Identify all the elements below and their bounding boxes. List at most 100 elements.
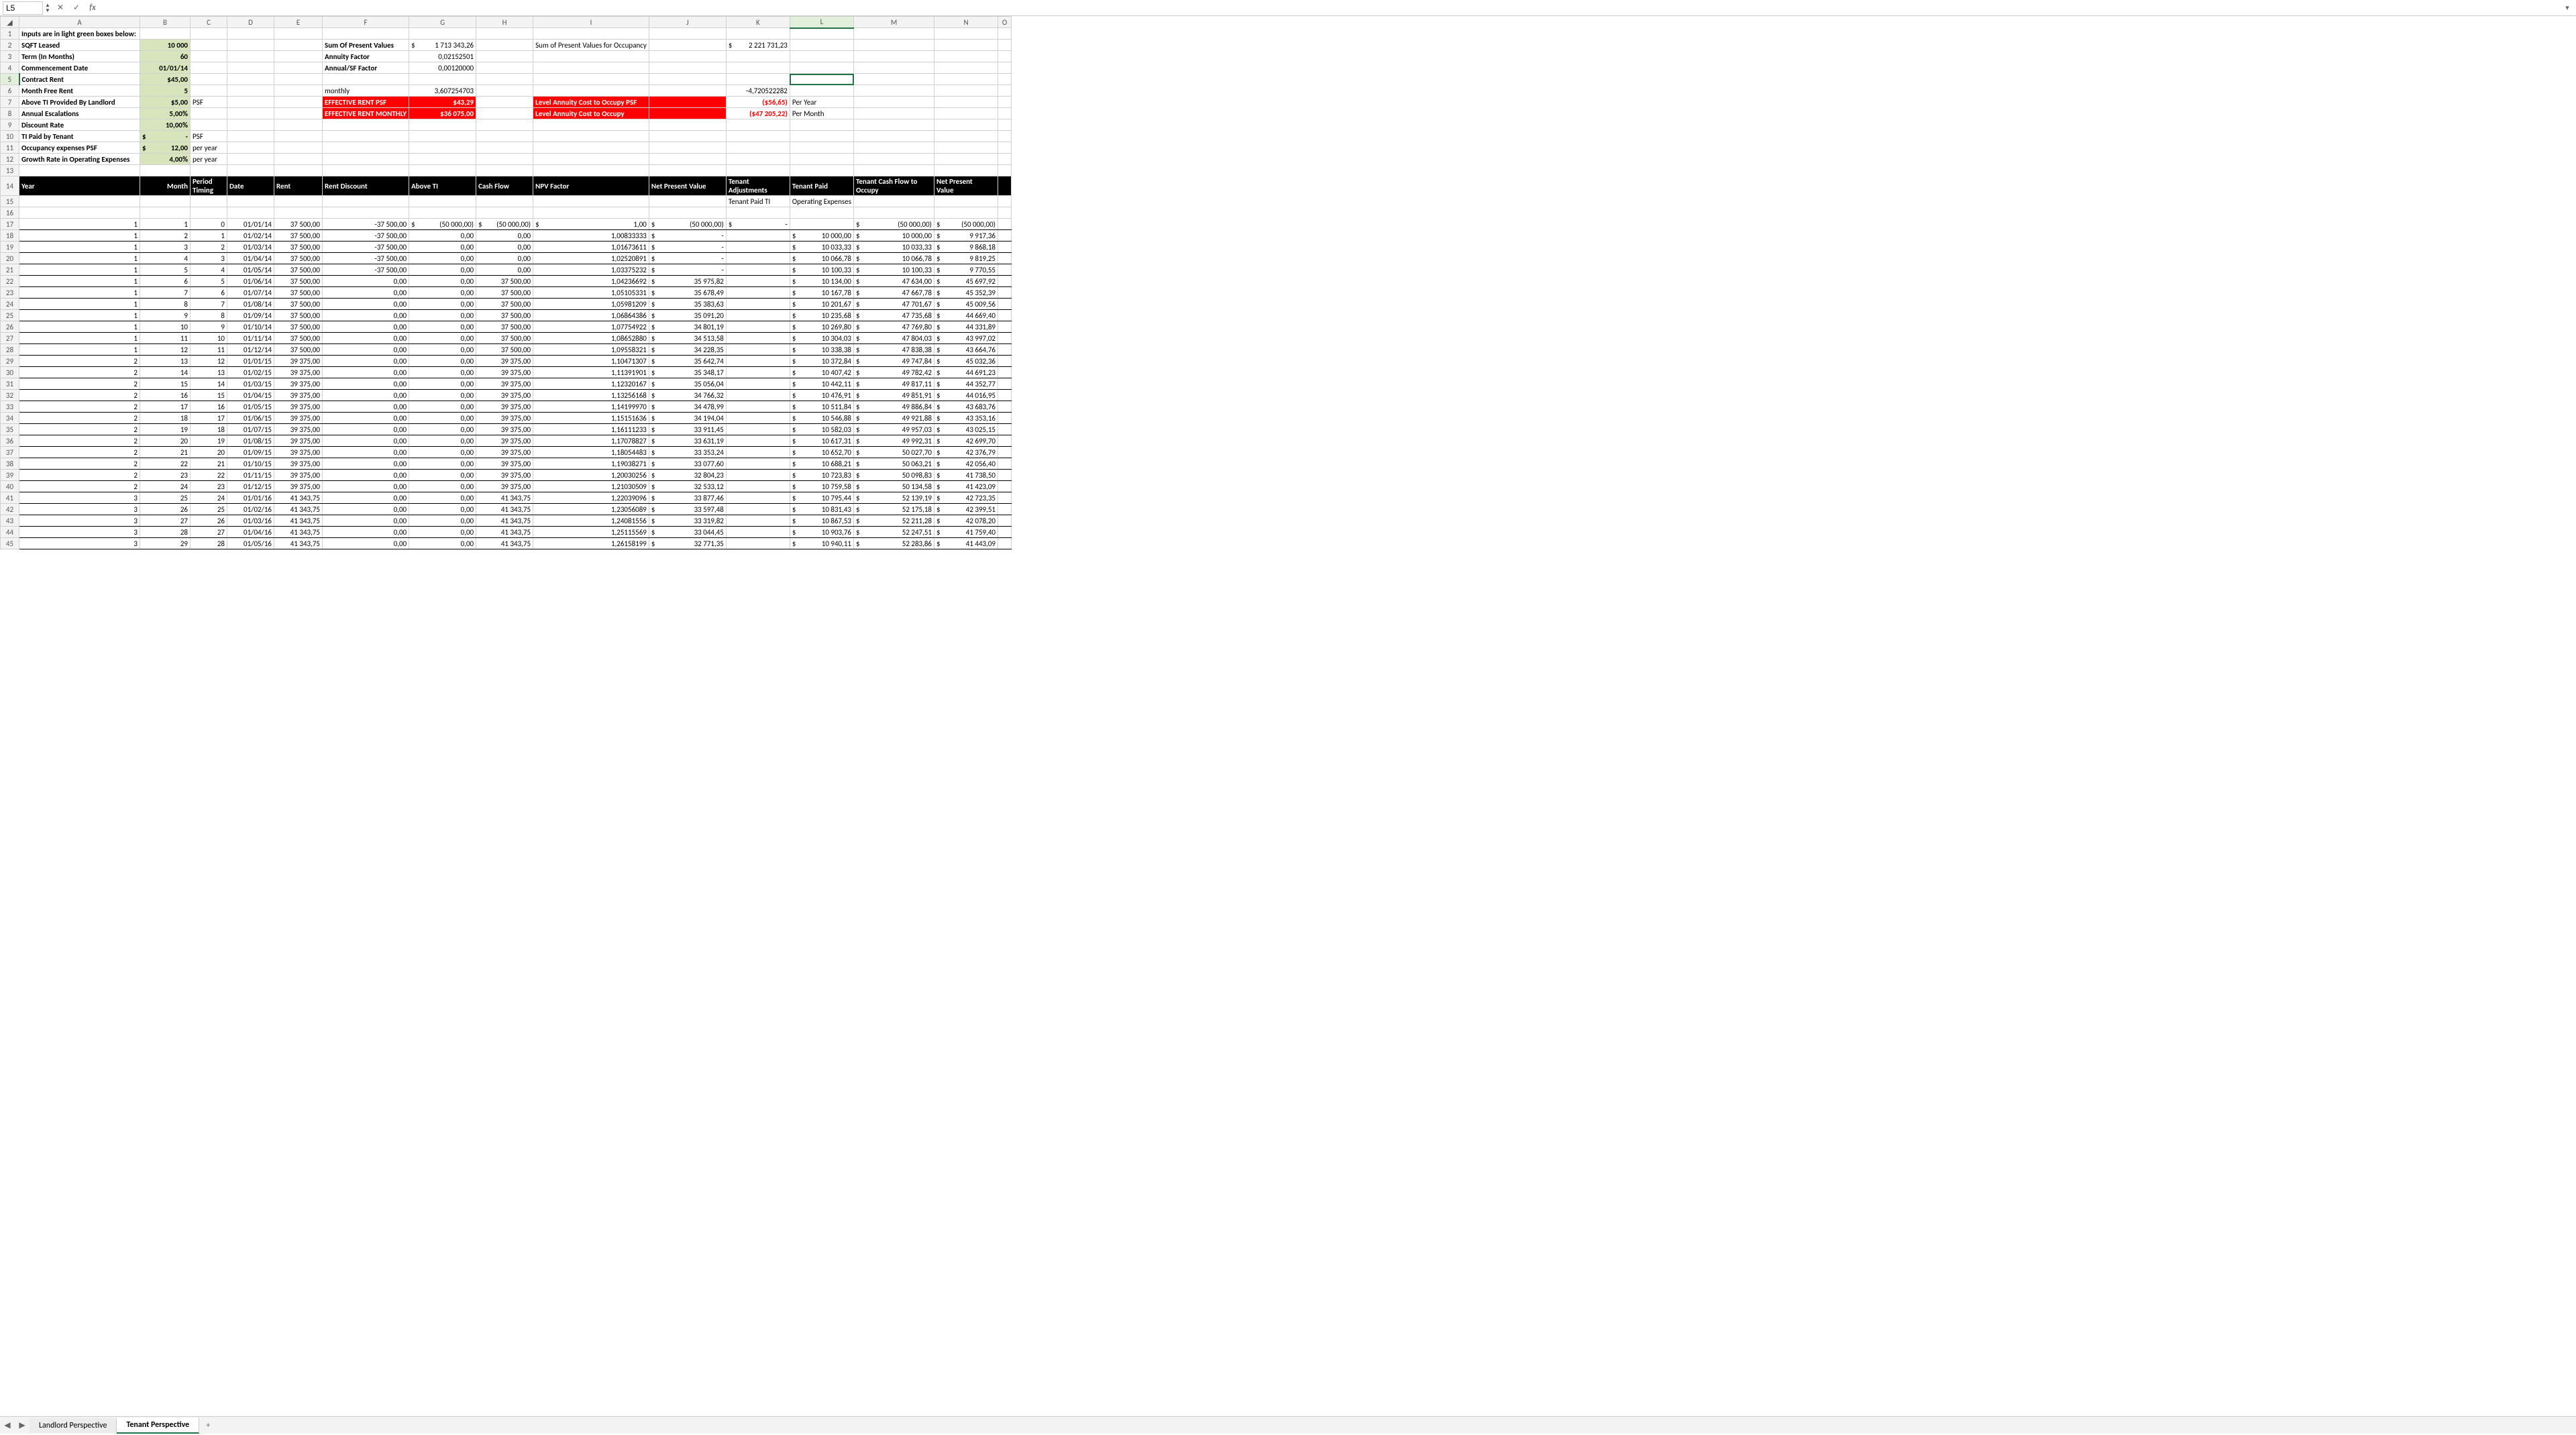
cell[interactable]	[998, 367, 1012, 378]
cell[interactable]: EFFECTIVE RENT PSF	[323, 97, 409, 108]
cell[interactable]: $12,00	[140, 142, 191, 154]
cell[interactable]: Month	[140, 176, 191, 196]
cell[interactable]: 0,00	[323, 413, 409, 424]
cell[interactable]: $-	[649, 230, 726, 242]
row-header[interactable]: 24	[1, 299, 19, 310]
row-header[interactable]: 3	[1, 51, 19, 62]
cell[interactable]: 0,00	[323, 344, 409, 356]
cell[interactable]: $10 407,42	[790, 367, 853, 378]
cell[interactable]	[998, 165, 1012, 176]
cell[interactable]: 37 500,00	[476, 344, 533, 356]
cell[interactable]: $44 352,77	[934, 378, 998, 390]
cell[interactable]: 37 500,00	[476, 287, 533, 299]
cell[interactable]: $36 075,00	[409, 108, 476, 119]
cell[interactable]: 01/06/15	[227, 413, 274, 424]
cell[interactable]: TI Paid by Tenant	[19, 131, 140, 142]
cell[interactable]	[854, 74, 934, 85]
cell[interactable]	[790, 131, 853, 142]
cell[interactable]: 15	[191, 390, 227, 401]
cell[interactable]	[649, 142, 726, 154]
cell[interactable]: 1,13256168	[533, 390, 649, 401]
name-box-stepper[interactable]: ▲▼	[43, 3, 52, 13]
cell[interactable]	[649, 40, 726, 51]
cell[interactable]: 1,00833333	[533, 230, 649, 242]
cell[interactable]: 41 343,75	[476, 492, 533, 504]
cell[interactable]: 0,00	[409, 253, 476, 264]
cell[interactable]	[409, 74, 476, 85]
cell[interactable]: 39 375,00	[274, 458, 323, 470]
cell[interactable]: 8	[140, 299, 191, 310]
cell[interactable]: $10 338,38	[790, 344, 853, 356]
cell[interactable]: 4	[191, 264, 227, 276]
cell[interactable]: 01/09/15	[227, 447, 274, 458]
cell[interactable]: 0,00	[409, 470, 476, 481]
cell[interactable]: 0,00	[476, 264, 533, 276]
cell[interactable]: 01/01/14	[227, 219, 274, 230]
cell[interactable]: 0,00	[323, 321, 409, 333]
cell[interactable]: 39 375,00	[274, 401, 323, 413]
cell[interactable]	[854, 142, 934, 154]
cell[interactable]: Date	[227, 176, 274, 196]
row-header[interactable]: 40	[1, 481, 19, 492]
cell[interactable]	[227, 62, 274, 74]
cell[interactable]: 17	[140, 401, 191, 413]
cell[interactable]: 13	[140, 356, 191, 367]
cell[interactable]: Tenant Paid	[790, 176, 853, 196]
cell[interactable]	[409, 142, 476, 154]
cell[interactable]: 1	[19, 242, 140, 253]
cell[interactable]: Growth Rate in Operating Expenses	[19, 154, 140, 165]
cell[interactable]: 15	[140, 378, 191, 390]
row-header[interactable]: 15	[1, 196, 19, 207]
cell[interactable]	[726, 287, 790, 299]
cell[interactable]: $(50 000,00)	[854, 219, 934, 230]
cell[interactable]	[726, 230, 790, 242]
cell[interactable]: 1,17078827	[533, 435, 649, 447]
cell[interactable]: $10 000,00	[854, 230, 934, 242]
cell[interactable]	[790, 62, 853, 74]
cell[interactable]	[476, 154, 533, 165]
row-header[interactable]: 38	[1, 458, 19, 470]
cell[interactable]: 1,26158199	[533, 538, 649, 549]
cell[interactable]: $(50 000,00)	[934, 219, 998, 230]
cell[interactable]: $50 063,21	[854, 458, 934, 470]
cell[interactable]: 1	[19, 321, 140, 333]
cell[interactable]	[323, 119, 409, 131]
cell[interactable]: Annual Escalations	[19, 108, 140, 119]
cell[interactable]: $52 175,18	[854, 504, 934, 515]
cell[interactable]: 01/02/16	[227, 504, 274, 515]
cell[interactable]	[934, 40, 998, 51]
cell[interactable]: 27	[191, 527, 227, 538]
cell[interactable]: 0,00	[323, 504, 409, 515]
cell[interactable]: $49 782,42	[854, 367, 934, 378]
cell[interactable]	[409, 196, 476, 207]
cell[interactable]: $10 201,67	[790, 299, 853, 310]
cell[interactable]: $10 867,53	[790, 515, 853, 527]
cell[interactable]: 39 375,00	[476, 356, 533, 367]
cell[interactable]	[227, 207, 274, 219]
cell[interactable]: 9	[191, 321, 227, 333]
cell[interactable]	[998, 108, 1012, 119]
cell[interactable]	[726, 333, 790, 344]
col-C[interactable]: C	[191, 17, 227, 28]
cell[interactable]: $42 376,79	[934, 447, 998, 458]
cell[interactable]: 0,00	[409, 310, 476, 321]
cell[interactable]: 5	[140, 85, 191, 97]
cell[interactable]: 10 000	[140, 40, 191, 51]
cell[interactable]	[998, 28, 1012, 40]
cell[interactable]: $52 283,86	[854, 538, 934, 549]
cell[interactable]: $47 769,80	[854, 321, 934, 333]
cell[interactable]	[726, 74, 790, 85]
cell[interactable]	[476, 196, 533, 207]
cell[interactable]: 0,00	[409, 356, 476, 367]
cell[interactable]: 1	[19, 230, 140, 242]
cell[interactable]	[533, 119, 649, 131]
cell[interactable]	[998, 378, 1012, 390]
cell[interactable]	[726, 242, 790, 253]
cell[interactable]: 41 343,75	[476, 527, 533, 538]
cell[interactable]	[998, 40, 1012, 51]
cell[interactable]: $10 511,84	[790, 401, 853, 413]
cell[interactable]: $35 056,04	[649, 378, 726, 390]
cell[interactable]	[726, 119, 790, 131]
col-N[interactable]: N	[934, 17, 998, 28]
cell[interactable]: 7	[191, 299, 227, 310]
